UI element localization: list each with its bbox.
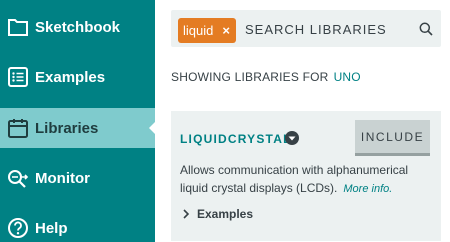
sidebar-item-label: Sketchbook [35,18,121,36]
main-panel: liquid × SEARCH LIBRARIES SHOWING LIBRAR… [155,0,450,242]
library-name[interactable]: LIQUIDCRYSTAL [180,132,292,146]
calendar-icon [8,119,28,138]
help-icon [8,218,28,238]
sidebar-item-label: Monitor [35,169,90,187]
showing-libraries-text: SHOWING LIBRARIES FOR UNO [171,70,361,84]
sidebar-item-examples[interactable]: Examples [0,57,155,97]
chevron-down-icon[interactable] [284,130,300,146]
sidebar-item-sketchbook[interactable]: Sketchbook [0,7,155,47]
more-info-link[interactable]: More info. [343,183,392,195]
filter-chip[interactable]: liquid × [178,18,236,43]
search-bar[interactable]: liquid × SEARCH LIBRARIES [171,10,441,47]
sidebar-item-label: Libraries [35,119,99,137]
search-input[interactable]: SEARCH LIBRARIES [245,22,387,37]
sidebar-item-label: Examples [35,68,106,86]
library-card: LIQUIDCRYSTAL INCLUDE Allows communicati… [171,111,441,241]
list-icon [8,67,28,87]
filter-chip-label: liquid [183,23,214,38]
close-icon[interactable]: × [222,23,230,38]
search-icon[interactable] [419,22,433,36]
monitor-search-icon [8,170,29,188]
chevron-right-icon [183,209,190,219]
examples-toggle[interactable]: Examples [181,207,253,221]
sidebar-item-libraries[interactable]: Libraries [0,108,155,148]
sidebar-item-label: Help [35,219,68,237]
showing-prefix: SHOWING LIBRARIES FOR [171,70,329,84]
sidebar-item-help[interactable]: Help [0,208,155,242]
library-description: Allows communication with alphanumerical… [180,161,435,198]
examples-label: Examples [197,207,254,221]
folder-icon [8,19,28,36]
include-button[interactable]: INCLUDE [355,120,430,156]
board-link[interactable]: UNO [334,70,361,84]
sidebar: Sketchbook Examples Libraries Monitor He… [0,0,155,242]
sidebar-item-monitor[interactable]: Monitor [0,158,155,198]
